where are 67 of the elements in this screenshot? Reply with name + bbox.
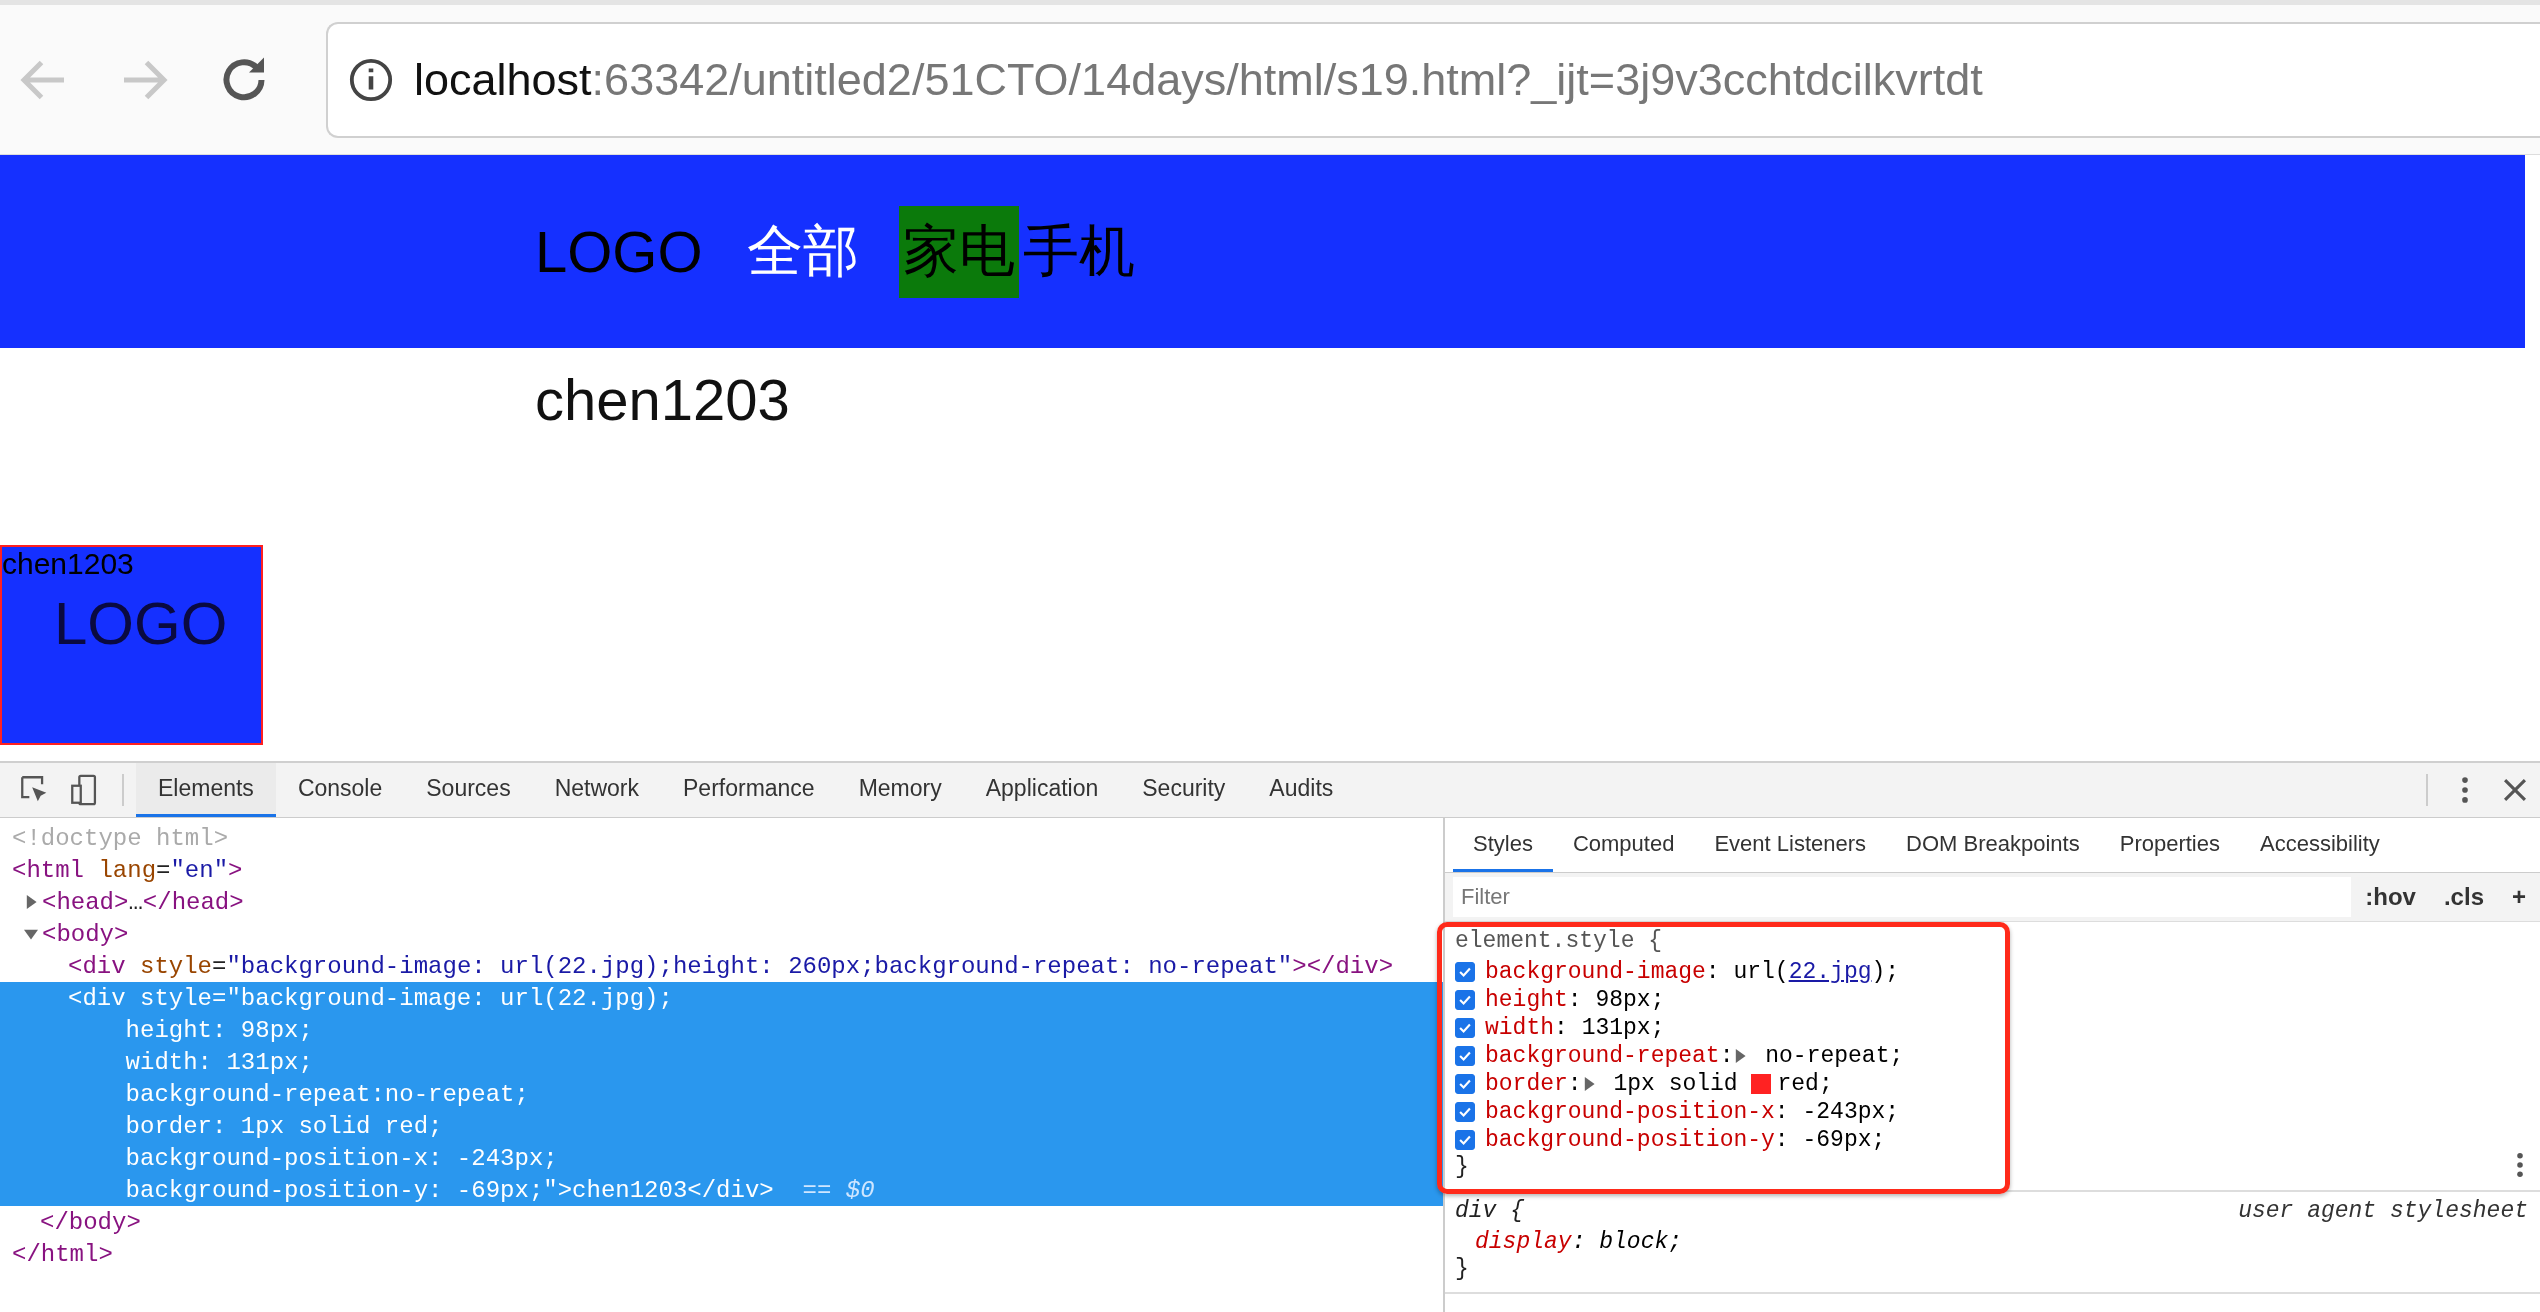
dom-line[interactable]: </html> [0, 1238, 1443, 1270]
closing-brace: } [1455, 1256, 1469, 1284]
box-text: chen1203 [2, 547, 135, 581]
styles-pane-tab[interactable]: Computed [1552, 818, 1695, 872]
filter-field[interactable]: Filter [1453, 877, 2352, 917]
expand-triangle-icon[interactable] [1733, 1049, 1748, 1063]
checkmark-icon [1458, 1133, 1472, 1147]
logo-text: LOGO [54, 589, 229, 658]
styles-pane-tab[interactable]: Event Listeners [1694, 818, 1887, 872]
logo-text: LOGO [535, 218, 703, 285]
property-checkbox[interactable] [1455, 1130, 1475, 1150]
devtools-tab[interactable]: Memory [836, 763, 964, 817]
styles-pane-tab[interactable]: DOM Breakpoints [1886, 818, 2100, 872]
filter-toggle[interactable]: :hov [2351, 883, 2430, 911]
filter-toggle[interactable]: .cls [2429, 883, 2498, 911]
styles-pane-tab[interactable]: Properties [2099, 818, 2240, 872]
url-text: localhost:63342/untitled2/51CTO/14days/html/s19.html?_ijt=3j9v3cchtdcilkvrtdt [414, 53, 1983, 106]
checkmark-icon [1458, 1049, 1472, 1063]
css-declaration: width: 131px; [1485, 1015, 1665, 1041]
dom-line[interactable]: <div style="background-image: url(22.jpg);height: 260px;background-repeat: no-repeat"></div> [0, 950, 1443, 982]
css-declaration: background-repeat: no-repeat; [1485, 1043, 1904, 1069]
closing-brace: } [1455, 1154, 1469, 1182]
devtools-tab[interactable]: Application [963, 763, 1121, 817]
devtools-tab[interactable]: Performance [661, 763, 837, 817]
checkmark-icon [1458, 965, 1472, 979]
devtools-tab[interactable]: Sources [404, 763, 533, 817]
dom-line[interactable]: <head>…</head> [0, 886, 1443, 918]
property-checkbox[interactable] [1455, 962, 1475, 982]
nav-link[interactable]: 家电 [898, 205, 1019, 298]
dom-line[interactable]: </body> [0, 1206, 1443, 1238]
css-declaration: background-position-x: -243px; [1485, 1099, 1900, 1125]
more-options-icon[interactable] [2516, 1152, 2524, 1178]
css-declaration: display: block; [1475, 1229, 1683, 1255]
checkmark-icon [1458, 1077, 1472, 1091]
dom-line[interactable]: <body> [0, 918, 1443, 950]
devtools-tab[interactable]: Console [275, 763, 405, 817]
devtools-tab[interactable]: Security [1120, 763, 1248, 817]
address-bar[interactable]: localhost:63342/untitled2/51CTO/14days/html/s19.html?_ijt=3j9v3cchtdcilkvrtdt [326, 21, 2540, 138]
info-icon[interactable] [348, 56, 394, 103]
property-checkbox[interactable] [1455, 1102, 1475, 1122]
expanded-triangle-icon[interactable] [24, 927, 38, 941]
collapsed-triangle-icon[interactable] [24, 895, 38, 909]
css-declaration: background-position-y: -69px; [1485, 1127, 1886, 1153]
css-declaration: border: 1px solid red; [1485, 1071, 1833, 1097]
styles-pane-tab[interactable]: Accessibility [2240, 818, 2400, 872]
css-declaration: height: 98px; [1485, 987, 1665, 1013]
color-swatch[interactable] [1751, 1074, 1772, 1094]
devtools-tab[interactable]: Elements [136, 763, 276, 817]
checkmark-icon [1458, 993, 1472, 1007]
property-checkbox[interactable] [1455, 1046, 1475, 1066]
checkmark-icon [1458, 1105, 1472, 1119]
property-checkbox[interactable] [1455, 1018, 1475, 1038]
page-text: chen1203 [534, 366, 791, 433]
rule-origin: user agent stylesheet [2238, 1198, 2528, 1226]
file-link[interactable]: 22.jpg [1788, 959, 1872, 985]
dom-line[interactable]: <html lang="en"> [0, 854, 1443, 886]
css-selector: div { [1455, 1198, 1524, 1226]
css-selector: element.style { [1455, 928, 1663, 956]
property-checkbox[interactable] [1455, 1074, 1475, 1094]
checkmark-icon [1458, 1021, 1472, 1035]
selected-marker: == $0 [802, 1176, 875, 1204]
property-checkbox[interactable] [1455, 990, 1475, 1010]
css-declaration: background-image: url(22.jpg); [1485, 959, 1900, 985]
nav-link[interactable]: 全部 [742, 205, 863, 298]
devtools-tab[interactable]: Audits [1247, 763, 1356, 817]
filter-toggle[interactable]: + [2498, 883, 2540, 911]
devtools-tab[interactable]: Network [532, 763, 661, 817]
